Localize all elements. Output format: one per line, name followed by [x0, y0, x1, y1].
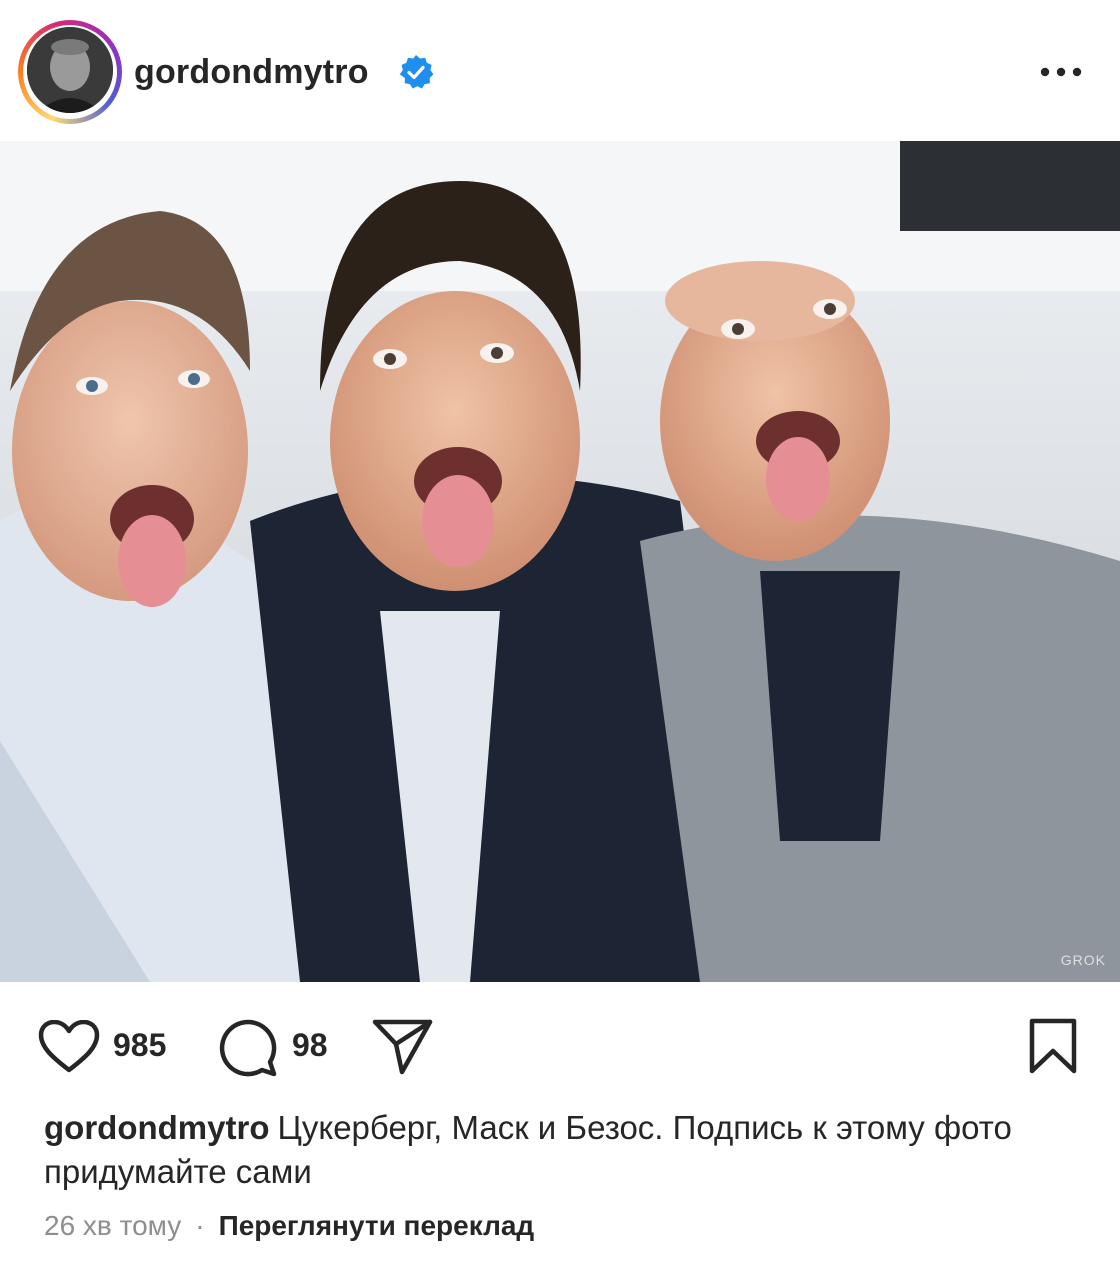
post-meta: 26 хв тому · Переглянути переклад — [44, 1206, 534, 1246]
paper-plane-icon[interactable] — [372, 1018, 434, 1081]
photo-watermark: GROK — [1060, 952, 1106, 968]
username[interactable]: gordondmytro — [134, 52, 369, 92]
comment-icon[interactable] — [218, 1018, 278, 1083]
post-header: gordondmytro — [0, 0, 1120, 140]
heart-icon[interactable] — [38, 1019, 100, 1079]
likes-count[interactable]: 985 — [113, 1025, 166, 1065]
post-timestamp: 26 хв тому — [44, 1210, 182, 1241]
avatar[interactable] — [27, 27, 113, 113]
post-photo[interactable]: GROK — [0, 141, 1120, 982]
more-horizontal-icon[interactable] — [1036, 54, 1086, 90]
action-bar: 985 98 — [0, 982, 1120, 1102]
post-caption: gordondmytro Цукерберг, Маск и Безос. Под… — [44, 1106, 1084, 1194]
bookmark-icon[interactable] — [1028, 1018, 1078, 1079]
verified-badge-icon — [398, 54, 434, 90]
see-translation-link[interactable]: Переглянути переклад — [219, 1210, 535, 1241]
meta-separator: · — [195, 1210, 205, 1241]
comments-count[interactable]: 98 — [292, 1025, 328, 1065]
caption-username[interactable]: gordondmytro — [44, 1109, 269, 1146]
